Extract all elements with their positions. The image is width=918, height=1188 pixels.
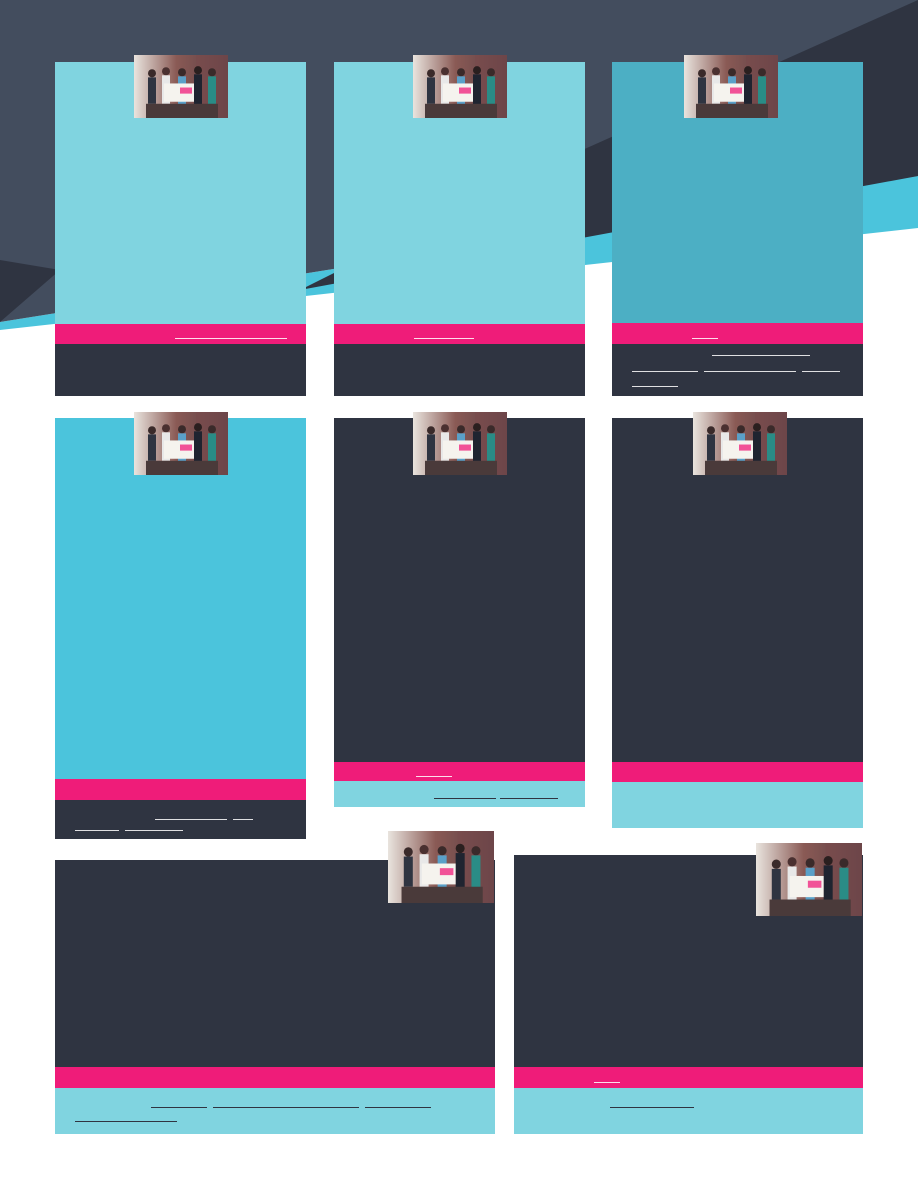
team-photo-1: [134, 55, 228, 118]
team-card-6: [612, 418, 863, 828]
link-underline[interactable]: [632, 386, 678, 387]
team-photo-6: [693, 412, 787, 475]
team-card-5: [334, 418, 585, 807]
card-title-bar: [612, 762, 863, 782]
card-footer: [55, 344, 306, 396]
card-title-bar: [334, 324, 585, 344]
card-footer: [514, 1088, 863, 1134]
card-footer: [334, 781, 585, 807]
card-title-bar: [514, 1067, 863, 1088]
card-footer: [55, 1088, 495, 1134]
link-underline[interactable]: [712, 355, 810, 356]
team-card-4: [55, 418, 306, 839]
card-title-bar: [55, 324, 306, 344]
link-underline[interactable]: [175, 338, 287, 339]
card-title-bar: [334, 762, 585, 781]
link-underline[interactable]: [365, 1107, 431, 1108]
card-footer: [612, 782, 863, 828]
link-underline[interactable]: [802, 371, 840, 372]
team-photo-3: [684, 55, 778, 118]
link-underline[interactable]: [151, 1107, 207, 1108]
link-underline[interactable]: [632, 371, 698, 372]
link-underline[interactable]: [125, 830, 183, 831]
link-underline[interactable]: [75, 1121, 177, 1122]
link-underline[interactable]: [704, 371, 796, 372]
link-underline[interactable]: [500, 798, 558, 799]
card-footer: [612, 344, 863, 396]
card-footer: [334, 344, 585, 396]
card-title-bar: [612, 323, 863, 344]
card-title-bar: [55, 779, 306, 800]
team-photo-4: [134, 412, 228, 475]
link-underline[interactable]: [434, 798, 496, 799]
link-underline[interactable]: [233, 819, 253, 820]
card-footer: [55, 800, 306, 839]
link-underline[interactable]: [416, 776, 452, 777]
link-underline[interactable]: [75, 830, 119, 831]
link-underline[interactable]: [594, 1082, 620, 1083]
link-underline[interactable]: [692, 338, 718, 339]
team-photo-5: [413, 412, 507, 475]
team-photo-7: [388, 831, 494, 903]
card-title-bar: [55, 1067, 495, 1088]
link-underline[interactable]: [155, 819, 227, 820]
team-photo-2: [413, 55, 507, 118]
link-underline[interactable]: [213, 1107, 359, 1108]
team-photo-8: [756, 843, 862, 916]
link-underline[interactable]: [414, 338, 474, 339]
link-underline[interactable]: [610, 1107, 694, 1108]
